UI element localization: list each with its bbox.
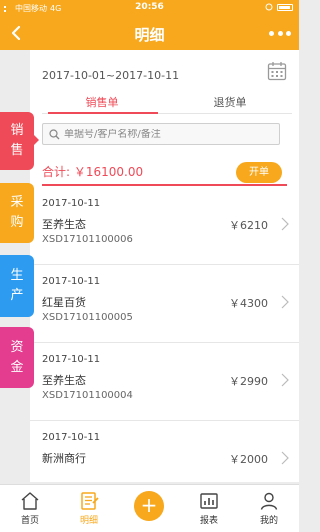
order-date: 2017-10-11 <box>42 432 101 443</box>
order-date: 2017-10-11 <box>42 198 101 209</box>
search-box[interactable] <box>42 123 280 145</box>
new-order-button[interactable]: 开单 <box>236 162 282 183</box>
chevron-right-icon <box>281 217 289 231</box>
customer-name: 至养生态 <box>42 374 86 387</box>
tab-label: 报表 <box>199 516 218 526</box>
order-type-tabs: 销售单 退货单 <box>42 90 292 114</box>
side-tab-label: 销售 <box>10 123 24 158</box>
order-row[interactable]: 2017-10-11 至养生态 XSD17101100006 ￥6210 <box>30 187 299 265</box>
tab-reports[interactable]: 报表 <box>179 485 239 532</box>
tab-details[interactable]: 明细 <box>59 485 119 532</box>
total-underline <box>42 184 287 186</box>
back-button[interactable] <box>6 21 26 45</box>
chevron-left-icon <box>11 25 21 41</box>
side-tab-sales[interactable]: 销售 <box>0 112 39 170</box>
order-code: XSD17101100006 <box>42 234 133 245</box>
chevron-right-icon <box>281 295 289 309</box>
calendar-icon[interactable] <box>267 61 287 81</box>
home-icon <box>21 492 39 510</box>
side-tab-purchase[interactable]: 采购 <box>0 183 34 243</box>
order-date: 2017-10-11 <box>42 354 101 365</box>
side-tab-production[interactable]: 生产 <box>0 255 34 317</box>
alarm-icon <box>265 3 273 11</box>
clock: 20:56 <box>135 2 164 12</box>
nav-bar: 明细 <box>0 16 299 50</box>
order-row[interactable]: 2017-10-11 红星百货 XSD17101100005 ￥4300 <box>30 265 299 343</box>
customer-name: 红星百货 <box>42 296 86 309</box>
tab-sales-orders[interactable]: 销售单 <box>42 94 162 110</box>
total-amount: 合计: ￥16100.00 <box>42 165 144 179</box>
page-title: 明细 <box>134 26 165 44</box>
tab-label: 明细 <box>79 516 98 526</box>
dot-icon <box>277 30 283 36</box>
tab-profile[interactable]: 我的 <box>239 485 299 532</box>
order-amount: ￥4300 <box>229 297 268 310</box>
main-card: 2017-10-01~2017-10-11 销售单 退货单 合计: ￥16100… <box>30 50 299 482</box>
chevron-right-icon <box>281 373 289 387</box>
more-button[interactable] <box>269 27 291 39</box>
tab-label: 首页 <box>20 516 39 526</box>
order-row[interactable]: 2017-10-11 至养生态 XSD17101100004 ￥2990 <box>30 343 299 421</box>
customer-name: 新洲商行 <box>42 452 86 465</box>
order-date: 2017-10-11 <box>42 276 101 287</box>
report-chart-icon <box>200 493 218 509</box>
bottom-tab-bar: 首页 明细 + 报表 我的 <box>0 484 299 532</box>
tab-return-orders[interactable]: 退货单 <box>170 94 290 110</box>
date-range[interactable]: 2017-10-01~2017-10-11 <box>42 69 179 82</box>
active-tab-indicator <box>48 112 158 114</box>
status-bar: 中国移动 4G 20:56 <box>0 0 299 16</box>
side-tab-label: 资金 <box>10 339 24 375</box>
order-code: XSD17101100004 <box>42 390 133 401</box>
side-tab-label: 采购 <box>10 195 24 230</box>
add-button[interactable]: + <box>134 491 164 521</box>
dot-icon <box>286 30 291 36</box>
status-right <box>265 3 293 11</box>
battery-icon <box>277 3 293 11</box>
detail-list-icon <box>81 492 99 510</box>
chevron-right-icon <box>281 451 289 465</box>
order-amount: ￥2000 <box>229 453 268 466</box>
tab-label: 我的 <box>259 516 278 526</box>
customer-name: 至养生态 <box>42 218 86 231</box>
tab-home[interactable]: 首页 <box>0 485 60 532</box>
search-input[interactable] <box>64 128 279 140</box>
dot-icon <box>269 30 274 36</box>
order-code: XSD17101100005 <box>42 312 133 323</box>
side-tab-label: 生产 <box>10 268 24 303</box>
user-icon <box>260 492 278 510</box>
side-tab-funds[interactable]: 资金 <box>0 327 34 388</box>
order-row[interactable]: 2017-10-11 新洲商行 ￥2000 <box>30 421 299 482</box>
order-amount: ￥6210 <box>229 219 268 232</box>
order-amount: ￥2990 <box>229 375 268 388</box>
search-icon <box>49 128 60 139</box>
